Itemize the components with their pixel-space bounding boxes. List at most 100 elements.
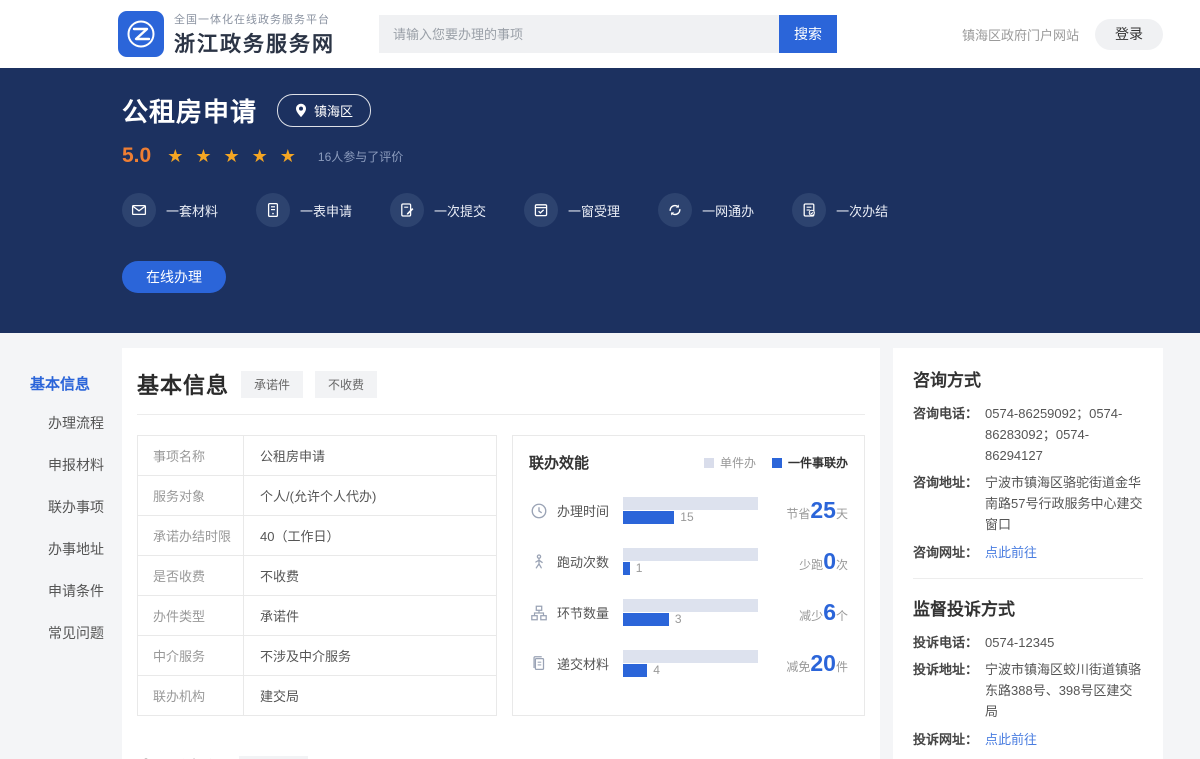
location-label: 镇海区: [314, 101, 353, 120]
row-label: 咨询网址：: [913, 543, 985, 564]
complaint-website-link[interactable]: 点此前往: [985, 730, 1143, 751]
rating-count: 16人参与了评价: [318, 148, 403, 165]
search-bar: 搜索: [379, 15, 837, 53]
complaint-title: 监督投诉方式: [913, 595, 1143, 620]
header-right: 镇海区政府门户网站 登录: [962, 19, 1163, 50]
bar-value: 1: [636, 561, 643, 575]
joint-efficiency-chart: 联办效能 单件办 一件事联办 办理时间 15: [512, 435, 865, 716]
section-title-process: 办理流程: [137, 754, 225, 759]
clock-icon: [529, 502, 549, 520]
table-row: 承诺办结时限40（工作日）: [138, 516, 496, 556]
stat-unit: 个: [836, 607, 848, 624]
window-check-icon: [524, 193, 558, 227]
search-button[interactable]: 搜索: [779, 15, 837, 53]
chart-row-label: 办理时间: [557, 501, 619, 520]
sync-icon: [658, 193, 692, 227]
stat-number: 20: [810, 652, 836, 675]
divider: [913, 578, 1143, 579]
nav-item-materials[interactable]: 申报材料: [30, 455, 122, 475]
bar-group: 4: [623, 650, 758, 677]
stat-prefix: 节省: [786, 505, 810, 522]
row-label: 联办机构: [138, 676, 243, 715]
login-button[interactable]: 登录: [1095, 19, 1163, 50]
search-input[interactable]: [379, 15, 779, 53]
nav-item-faq[interactable]: 常见问题: [30, 623, 122, 643]
logo-icon: [118, 11, 164, 57]
stat-prefix: 减少: [799, 607, 823, 624]
stat-number: 6: [823, 601, 836, 624]
bar-group: 15: [623, 497, 758, 524]
row-value: 宁波市镇海区蛟川街道镇骆东路388号、398号区建交局: [985, 660, 1143, 722]
feature-one-submit: 一次提交: [390, 193, 486, 227]
hero-banner: 公租房申请 镇海区 5.0 ★★★★★ 16人参与了评价 一套材料 一表申请: [0, 68, 1200, 333]
badge-zero-trips: 0次跑动: [239, 756, 308, 759]
consult-website-row: 咨询网址： 点此前往: [913, 543, 1143, 564]
location-badge[interactable]: 镇海区: [277, 94, 371, 127]
row-label: 是否收费: [138, 556, 243, 595]
table-row: 服务对象个人/(允许个人代办): [138, 476, 496, 516]
info-table: 事项名称公租房申请 服务对象个人/(允许个人代办) 承诺办结时限40（工作日） …: [137, 435, 497, 716]
legend-label: 一件事联办: [788, 454, 848, 471]
stat-saved-days: 节省25天: [786, 499, 848, 522]
consult-website-link[interactable]: 点此前往: [985, 543, 1143, 564]
bar-joint: [623, 511, 674, 524]
main-content: 基本信息 办理流程 申报材料 联办事项 办事地址 申请条件 常见问题 基本信息 …: [0, 333, 1200, 759]
stat-waived-materials: 减免20件: [786, 652, 848, 675]
feature-one-done: 一次办结: [792, 193, 888, 227]
nav-item-joint-items[interactable]: 联办事项: [30, 497, 122, 517]
row-label: 咨询电话：: [913, 404, 985, 466]
feature-label: 一窗受理: [568, 201, 620, 220]
row-value: 个人/(允许个人代办): [243, 476, 496, 515]
row-value: 不涉及中介服务: [243, 636, 496, 675]
row-value: 不收费: [243, 556, 496, 595]
legend-single: 单件办: [704, 454, 756, 471]
site-logo[interactable]: 全国一体化在线政务服务平台 浙江政务服务网: [118, 11, 335, 58]
chart-row-trips: 跑动次数 1 少跑0次: [529, 548, 848, 575]
bar-value: 15: [680, 510, 693, 524]
consult-title: 咨询方式: [913, 366, 1143, 391]
chart-row-materials: 递交材料 4 减免20件: [529, 650, 848, 677]
star-rating-icons: ★★★★★: [167, 146, 308, 167]
rating-row: 5.0 ★★★★★ 16人参与了评价: [122, 144, 1200, 168]
row-value: 40（工作日）: [243, 516, 496, 555]
complaint-phone-row: 投诉电话： 0574-12345: [913, 633, 1143, 654]
row-value: 宁波市镇海区骆驼街道金华南路57号行政服务中心建交窗口: [985, 473, 1143, 535]
row-label: 中介服务: [138, 636, 243, 675]
flow-icon: [529, 604, 549, 622]
bar-joint: [623, 562, 630, 575]
stat-unit: 天: [836, 505, 848, 522]
chart-legend: 单件办 一件事联办: [704, 454, 848, 471]
stat-fewer-steps: 减少6个: [799, 601, 848, 624]
stat-prefix: 少跑: [799, 556, 823, 573]
stat-unit: 件: [836, 658, 848, 675]
features-row: 一套材料 一表申请 一次提交 一窗受理 一网通办: [122, 193, 1200, 227]
nav-item-address[interactable]: 办事地址: [30, 539, 122, 559]
row-value: 0574-86259092；0574-86283092；0574-8629412…: [985, 404, 1143, 466]
chart-title: 联办效能: [529, 452, 589, 473]
row-value: 公租房申请: [243, 436, 496, 475]
legend-swatch-gray: [704, 458, 714, 468]
top-header: 全国一体化在线政务服务平台 浙江政务服务网 搜索 镇海区政府门户网站 登录: [0, 0, 1200, 68]
online-apply-button[interactable]: 在线办理: [122, 261, 226, 293]
stat-fewer-trips: 少跑0次: [799, 550, 848, 573]
feature-one-network: 一网通办: [658, 193, 754, 227]
feature-one-form: 一表申请: [256, 193, 352, 227]
legend-swatch-blue: [772, 458, 782, 468]
portal-link[interactable]: 镇海区政府门户网站: [962, 25, 1079, 44]
row-label: 咨询地址：: [913, 473, 985, 535]
nav-item-conditions[interactable]: 申请条件: [30, 581, 122, 601]
nav-item-process[interactable]: 办理流程: [30, 413, 122, 433]
table-row: 中介服务不涉及中介服务: [138, 636, 496, 676]
row-label: 投诉地址：: [913, 660, 985, 722]
complaint-address-row: 投诉地址： 宁波市镇海区蛟川街道镇骆东路388号、398号区建交局: [913, 660, 1143, 722]
row-label: 承诺办结时限: [138, 516, 243, 555]
feature-label: 一套材料: [166, 201, 218, 220]
left-nav: 基本信息 办理流程 申报材料 联办事项 办事地址 申请条件 常见问题: [30, 348, 122, 665]
legend-joint: 一件事联办: [772, 454, 848, 471]
table-row: 是否收费不收费: [138, 556, 496, 596]
row-value: 0574-12345: [985, 633, 1143, 654]
bar-single: [623, 650, 758, 663]
row-label: 服务对象: [138, 476, 243, 515]
table-row: 事项名称公租房申请: [138, 436, 496, 476]
nav-item-basic-info[interactable]: 基本信息: [30, 373, 122, 394]
